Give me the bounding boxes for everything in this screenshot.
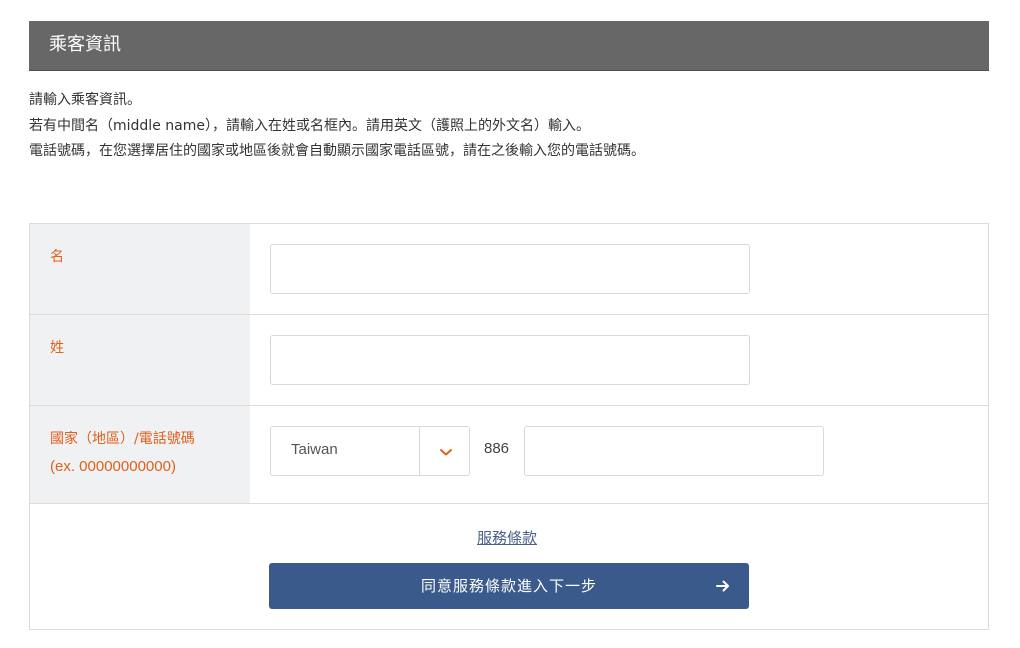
section-title: 乘客資訊 <box>49 34 121 55</box>
submit-button-label: 同意服務條款進入下一步 <box>420 578 597 595</box>
label-cell: 國家（地區）/電話號碼 (ex. 00000000000) <box>30 406 250 503</box>
label-cell: 姓 <box>30 315 250 405</box>
agree-and-continue-button[interactable]: 同意服務條款進入下一步 <box>269 563 749 609</box>
passenger-form: 名 姓 國家（地區）/電話號碼 (ex. 00000000000) Taiwan… <box>29 223 989 630</box>
country-select-value: Taiwan <box>291 441 338 458</box>
first-name-label: 名 <box>50 249 64 265</box>
phone-row: 國家（地區）/電話號碼 (ex. 00000000000) Taiwan 886 <box>30 406 988 504</box>
select-divider <box>419 427 420 475</box>
instruction-line: 請輸入乘客資訊。 <box>29 92 141 108</box>
instruction-line: 電話號碼，在您選擇居住的國家或地區後就會自動顯示國家電話區號，請在之後輸入您的電… <box>29 143 645 159</box>
country-select[interactable]: Taiwan <box>270 426 470 476</box>
dial-code: 886 <box>484 440 510 457</box>
instructions: 請輸入乘客資訊。 若有中間名（middle name），請輸入在姓或名框內。請用… <box>29 88 989 165</box>
terms-of-service-link[interactable]: 服務條款 <box>477 527 537 548</box>
instruction-line: 若有中間名（middle name），請輸入在姓或名框內。請用英文（護照上的外文… <box>29 117 590 134</box>
last-name-label: 姓 <box>50 340 64 356</box>
phone-format-hint: (ex. 00000000000) <box>50 458 176 475</box>
arrow-right-icon <box>716 580 729 592</box>
first-name-row: 名 <box>30 224 988 315</box>
phone-label: 國家（地區）/電話號碼 <box>50 431 195 447</box>
label-cell: 名 <box>30 224 250 314</box>
section-header: 乘客資訊 <box>29 21 989 71</box>
phone-number-input[interactable] <box>524 426 824 476</box>
last-name-input[interactable] <box>270 335 750 385</box>
first-name-input[interactable] <box>270 244 750 294</box>
last-name-row: 姓 <box>30 315 988 406</box>
chevron-down-icon[interactable] <box>439 445 453 459</box>
